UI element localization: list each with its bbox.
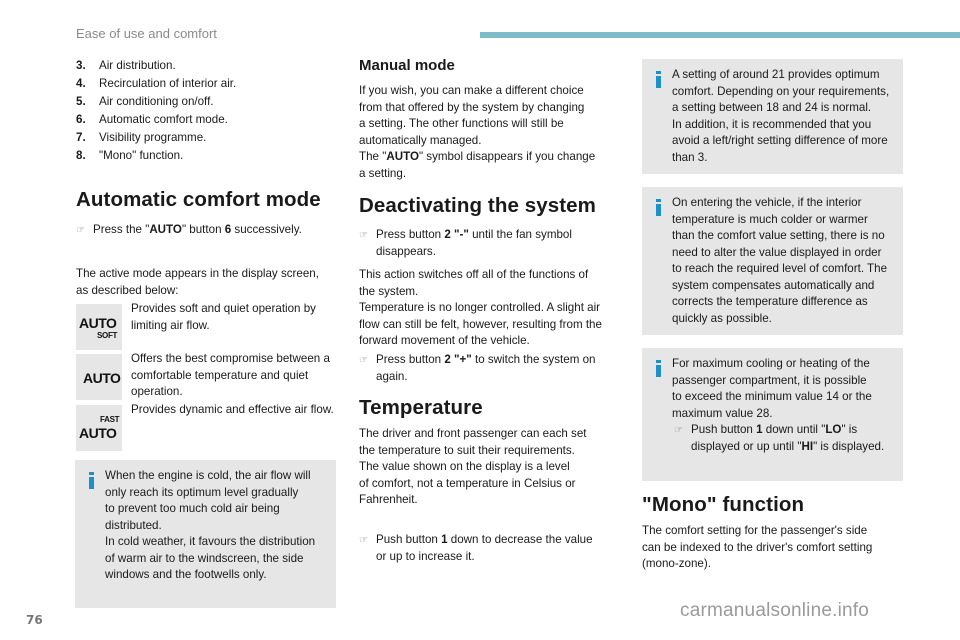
instruction-lo-hi: ☞ Push button 1 down until "LO" is displ… (674, 422, 893, 455)
pointing-hand-icon: ☞ (359, 355, 368, 366)
temperature-description: The driver and front passenger can each … (359, 427, 587, 506)
auto-intro-text: The active mode appears in the display s… (76, 266, 319, 299)
instruction-temperature: ☞ Push button 1 down to decrease the val… (359, 532, 593, 565)
mono-description: The comfort setting for the passenger's … (642, 524, 873, 570)
heading-automatic-comfort-mode: Automatic comfort mode (76, 188, 321, 211)
mode-description: Offers the best compromise between a com… (131, 352, 330, 398)
pointing-hand-icon: ☞ (674, 425, 683, 436)
section-header: Ease of use and comfort (76, 26, 217, 41)
instruction-press-auto: ☞ Press the "AUTO" button 6 successively… (76, 222, 302, 240)
manual-mode-text: If you wish, you can make a different ch… (359, 84, 596, 180)
mode-fast: FAST AUTO Provides dynamic and effective… (76, 403, 341, 451)
instruction-text: Push button 1 down to decrease the value… (376, 533, 593, 563)
list-item: 4. Recirculation of interior air. (76, 75, 236, 93)
mode-soft: AUTO SOFT Provides soft and quiet operat… (76, 302, 341, 350)
list-number: 6. (76, 113, 86, 126)
pointing-hand-icon: ☞ (359, 230, 368, 241)
instruction-text: Press button 2 "-" until the fan symbol … (376, 228, 572, 258)
pointing-hand-icon: ☞ (76, 225, 85, 236)
auto-fast-icon: FAST AUTO (76, 405, 122, 451)
info-box-max-cooling-heating: For maximum cooling or heating of the pa… (642, 348, 903, 481)
list-text: "Mono" function. (99, 149, 184, 162)
info-icon (656, 199, 661, 216)
list-text: Visibility programme. (99, 131, 207, 144)
info-text: When the engine is cold, the air flow wi… (105, 469, 316, 581)
heading-deactivating-system: Deactivating the system (359, 194, 596, 217)
list-text: Air conditioning on/off. (99, 95, 214, 108)
list-item: 5. Air conditioning on/off. (76, 93, 236, 111)
heading-mono-function: "Mono" function (642, 493, 805, 516)
info-text: For maximum cooling or heating of the pa… (672, 357, 872, 420)
deactivate-description: This action switches off all of the func… (359, 268, 602, 347)
list-number: 4. (76, 77, 86, 90)
watermark: carmanualsonline.info (680, 600, 870, 621)
info-box-optimum-setting: A setting of around 21 provides optimum … (642, 59, 903, 174)
heading-manual-mode: Manual mode (359, 57, 455, 74)
instruction-text: Press the "AUTO" button 6 successively. (93, 223, 302, 236)
list-number: 5. (76, 95, 86, 108)
auto-icon: AUTO (76, 354, 122, 400)
list-item: 3. Air distribution. (76, 57, 236, 75)
list-number: 8. (76, 149, 86, 162)
mode-description: Provides dynamic and effective air flow. (131, 403, 334, 416)
instruction-reactivate: ☞ Press button 2 "+" to switch the syste… (359, 352, 595, 385)
pointing-hand-icon: ☞ (359, 535, 368, 546)
list-text: Air distribution. (99, 59, 176, 72)
auto-soft-icon: AUTO SOFT (76, 304, 122, 350)
text-line: as described below: (76, 283, 179, 297)
mode-normal: AUTO Offers the best compromise between … (76, 352, 341, 401)
info-text: A setting of around 21 provides optimum … (672, 68, 890, 164)
heading-temperature: Temperature (359, 396, 483, 419)
instruction-text: Push button 1 down until "LO" is display… (691, 423, 885, 453)
numbered-list: 3. Air distribution. 4. Recirculation of i… (76, 57, 236, 165)
list-item: 8. "Mono" function. (76, 147, 236, 165)
info-icon (89, 472, 94, 489)
accent-bar (480, 32, 960, 38)
info-box-cold-engine: When the engine is cold, the air flow wi… (75, 460, 336, 608)
text-line: The active mode appears in the display s… (76, 267, 319, 280)
list-item: 6. Automatic comfort mode. (76, 111, 236, 129)
info-text: On entering the vehicle, if the interior… (672, 196, 888, 325)
list-text: Recirculation of interior air. (99, 77, 237, 90)
mode-description: Provides soft and quiet operation by lim… (131, 302, 316, 332)
instruction-text: Press button 2 "+" to switch the system … (376, 353, 596, 383)
instruction-deactivate: ☞ Press button 2 "-" until the fan symbo… (359, 227, 572, 260)
info-icon (656, 360, 661, 377)
list-text: Automatic comfort mode. (99, 113, 228, 126)
list-number: 7. (76, 131, 86, 144)
list-item: 7. Visibility programme. (76, 129, 236, 147)
info-box-entering-vehicle: On entering the vehicle, if the interior… (642, 187, 903, 335)
list-number: 3. (76, 59, 86, 72)
page-number: 76 (26, 613, 43, 627)
info-icon (656, 71, 661, 88)
